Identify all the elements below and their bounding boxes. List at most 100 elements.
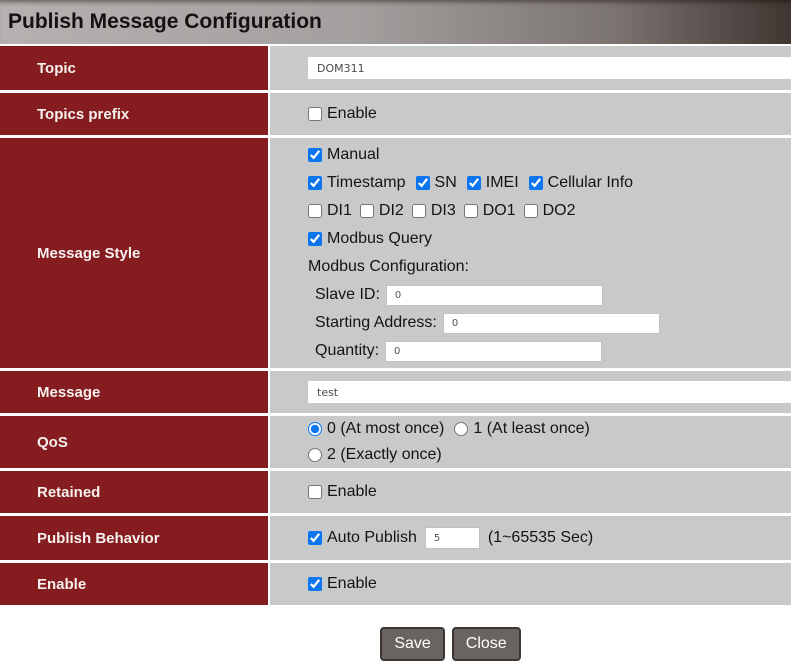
row-enable-content: Enable xyxy=(270,563,791,605)
row-retained-header: Retained xyxy=(0,471,270,513)
row-message-style-content: Manual Timestamp SN IMEI xyxy=(270,138,791,368)
timestamp-checkbox[interactable]: Timestamp xyxy=(308,174,406,192)
modbus-query-checkbox-input[interactable] xyxy=(308,232,322,246)
row-retained: Retained Enable xyxy=(0,471,791,513)
auto-publish-label: Auto Publish xyxy=(327,529,417,547)
config-table: Topic Topics prefix Enable Message Style xyxy=(0,46,791,605)
sn-checkbox-input[interactable] xyxy=(416,176,430,190)
sn-checkbox[interactable]: SN xyxy=(416,174,457,192)
slave-id-label: Slave ID: xyxy=(315,286,380,304)
row-enable: Enable Enable xyxy=(0,563,791,605)
row-retained-label: Retained xyxy=(37,484,100,501)
manual-checkbox-input[interactable] xyxy=(308,148,322,162)
title-bar: Publish Message Configuration xyxy=(0,0,791,44)
di1-checkbox-input[interactable] xyxy=(308,204,322,218)
cellular-info-label: Cellular Info xyxy=(548,174,633,192)
page: Publish Message Configuration Topic Topi… xyxy=(0,0,791,661)
auto-publish-range-hint: (1~65535 Sec) xyxy=(488,529,593,547)
timestamp-checkbox-input[interactable] xyxy=(308,176,322,190)
row-topic-content xyxy=(270,46,791,90)
qos-1-radio-input[interactable] xyxy=(454,422,468,436)
di2-checkbox[interactable]: DI2 xyxy=(360,202,404,220)
row-qos-content: 0 (At most once) 1 (At least once) 2 (Ex… xyxy=(270,416,791,468)
di3-checkbox-input[interactable] xyxy=(412,204,426,218)
quantity-line: Quantity: xyxy=(315,337,791,365)
di3-label: DI3 xyxy=(431,202,456,220)
enable-label: Enable xyxy=(327,575,377,593)
row-topic-header: Topic xyxy=(0,46,270,90)
enable-checkbox-input[interactable] xyxy=(308,577,322,591)
di1-checkbox[interactable]: DI1 xyxy=(308,202,352,220)
row-message-label: Message xyxy=(37,384,100,401)
row-message-style-label: Message Style xyxy=(37,245,140,262)
row-topics-prefix-content: Enable xyxy=(270,93,791,135)
cellular-info-checkbox-input[interactable] xyxy=(529,176,543,190)
qos-2-radio-input[interactable] xyxy=(308,448,322,462)
close-button[interactable]: Close xyxy=(452,627,521,661)
do1-checkbox[interactable]: DO1 xyxy=(464,202,516,220)
retained-enable-checkbox[interactable]: Enable xyxy=(308,483,377,501)
di2-checkbox-input[interactable] xyxy=(360,204,374,218)
manual-label: Manual xyxy=(327,146,379,164)
meta-options-line: Timestamp SN IMEI Cellular Info xyxy=(308,169,791,197)
di1-label: DI1 xyxy=(327,202,352,220)
row-enable-header: Enable xyxy=(0,563,270,605)
topics-prefix-enable-checkbox-input[interactable] xyxy=(308,107,322,121)
auto-publish-checkbox-input[interactable] xyxy=(308,531,322,545)
sn-label: SN xyxy=(435,174,457,192)
do2-checkbox-input[interactable] xyxy=(524,204,538,218)
quantity-input[interactable] xyxy=(385,341,602,362)
manual-checkbox[interactable]: Manual xyxy=(308,146,379,164)
retained-enable-checkbox-input[interactable] xyxy=(308,485,322,499)
manual-line: Manual xyxy=(308,141,791,169)
qos-line-1: 0 (At most once) 1 (At least once) xyxy=(308,416,600,442)
row-message-style: Message Style Manual Timestamp xyxy=(0,138,791,368)
auto-publish-checkbox[interactable]: Auto Publish xyxy=(308,529,417,547)
row-topic: Topic xyxy=(0,46,791,90)
starting-address-input[interactable] xyxy=(443,313,660,334)
do2-label: DO2 xyxy=(543,202,576,220)
qos-2-label: 2 (Exactly once) xyxy=(327,446,442,464)
slave-id-input[interactable] xyxy=(386,285,603,306)
imei-checkbox[interactable]: IMEI xyxy=(467,174,519,192)
slave-id-line: Slave ID: xyxy=(315,281,791,309)
row-topics-prefix-header: Topics prefix xyxy=(0,93,270,135)
do2-checkbox[interactable]: DO2 xyxy=(524,202,576,220)
cellular-info-checkbox[interactable]: Cellular Info xyxy=(529,174,633,192)
enable-checkbox[interactable]: Enable xyxy=(308,575,377,593)
imei-label: IMEI xyxy=(486,174,519,192)
starting-address-label: Starting Address: xyxy=(315,314,437,332)
row-publish-behavior-content: Auto Publish (1~65535 Sec) xyxy=(270,516,791,560)
topics-prefix-enable-checkbox[interactable]: Enable xyxy=(308,105,377,123)
di3-checkbox[interactable]: DI3 xyxy=(412,202,456,220)
di2-label: DI2 xyxy=(379,202,404,220)
do1-checkbox-input[interactable] xyxy=(464,204,478,218)
message-input[interactable] xyxy=(308,381,791,403)
imei-checkbox-input[interactable] xyxy=(467,176,481,190)
auto-publish-interval-input[interactable] xyxy=(425,527,480,549)
row-message-header: Message xyxy=(0,371,270,413)
qos-0-radio-input[interactable] xyxy=(308,422,322,436)
row-message: Message xyxy=(0,371,791,413)
io-options-line: DI1 DI2 DI3 DO1 xyxy=(308,197,791,225)
row-qos: QoS 0 (At most once) 1 (At least once) xyxy=(0,416,791,468)
qos-1-radio[interactable]: 1 (At least once) xyxy=(454,420,590,438)
do1-label: DO1 xyxy=(483,202,516,220)
row-retained-content: Enable xyxy=(270,471,791,513)
modbus-query-label: Modbus Query xyxy=(327,230,432,248)
modbus-query-checkbox[interactable]: Modbus Query xyxy=(308,230,432,248)
modbus-query-line: Modbus Query xyxy=(308,225,791,253)
modbus-config-heading: Modbus Configuration: xyxy=(308,258,469,276)
qos-0-label: 0 (At most once) xyxy=(327,420,444,438)
save-button[interactable]: Save xyxy=(380,627,444,661)
quantity-label: Quantity: xyxy=(315,342,379,360)
qos-2-radio[interactable]: 2 (Exactly once) xyxy=(308,446,442,464)
topic-input[interactable] xyxy=(308,57,791,79)
row-publish-behavior: Publish Behavior Auto Publish (1~65535 S… xyxy=(0,516,791,560)
qos-0-radio[interactable]: 0 (At most once) xyxy=(308,420,444,438)
row-topics-prefix: Topics prefix Enable xyxy=(0,93,791,135)
row-enable-label: Enable xyxy=(37,576,86,593)
retained-enable-label: Enable xyxy=(327,483,377,501)
row-message-style-header: Message Style xyxy=(0,138,270,368)
action-buttons: Save Close xyxy=(0,627,791,661)
